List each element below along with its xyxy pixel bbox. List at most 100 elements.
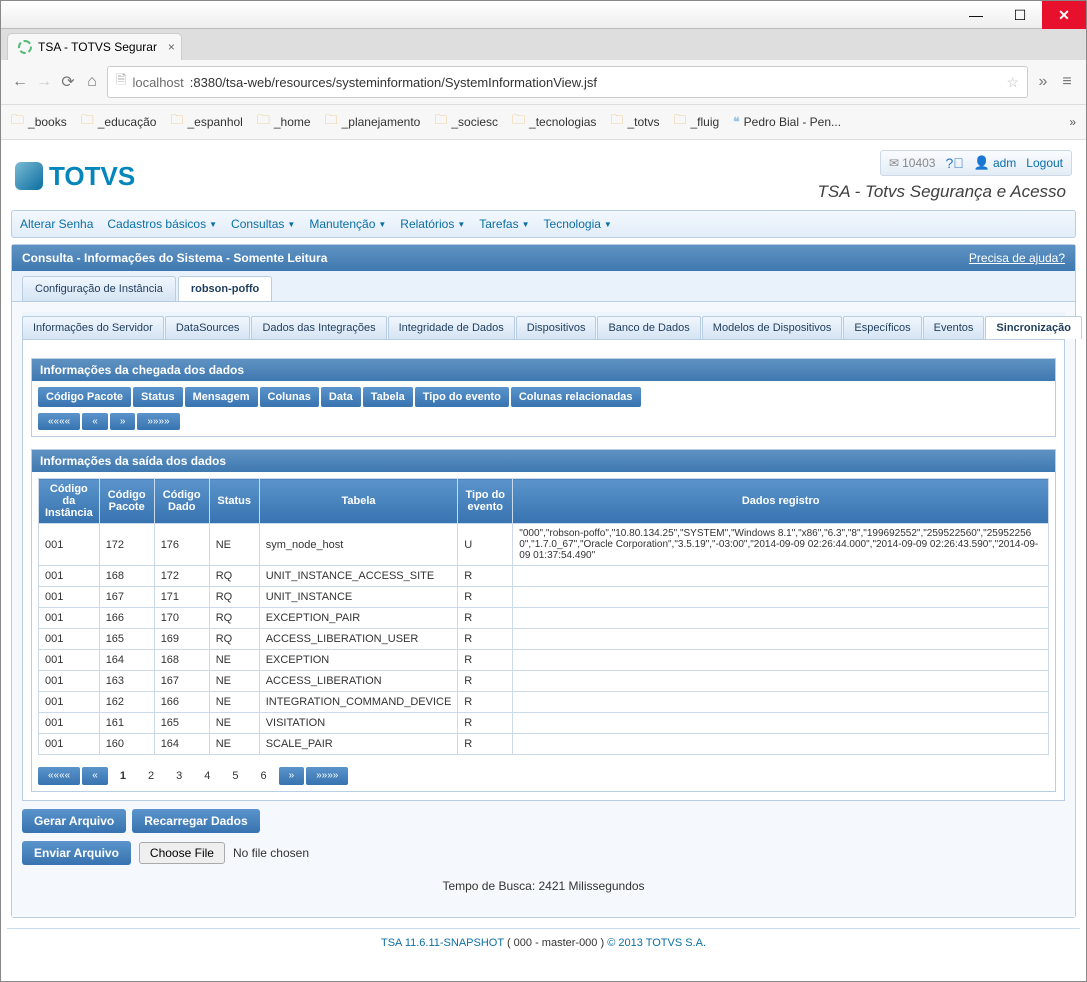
- column-header[interactable]: Tabela: [259, 479, 458, 524]
- pager-page[interactable]: 2: [138, 767, 164, 785]
- home-button[interactable]: ⌂: [83, 73, 101, 91]
- table-row[interactable]: 001165169RQACCESS_LIBERATION_USERR: [39, 629, 1049, 650]
- pager-page[interactable]: 4: [194, 767, 220, 785]
- column-header[interactable]: Tipo do evento: [415, 387, 509, 407]
- subtab[interactable]: Dados das Integrações: [251, 316, 386, 339]
- subtab[interactable]: Específicos: [843, 316, 921, 339]
- subtab[interactable]: Dispositivos: [516, 316, 597, 339]
- table-cell: 165: [99, 629, 154, 650]
- column-header[interactable]: Colunas: [260, 387, 319, 407]
- table-row[interactable]: 001163167NEACCESS_LIBERATIONR: [39, 671, 1049, 692]
- subtab[interactable]: Integridade de Dados: [388, 316, 515, 339]
- browser-tab[interactable]: TSA - TOTVS Segurar ×: [7, 33, 182, 60]
- menu-item[interactable]: Alterar Senha: [20, 217, 93, 231]
- tab[interactable]: Configuração de Instância: [22, 276, 176, 301]
- bookmark-folder[interactable]: 🗀_espanhol: [170, 111, 242, 133]
- help-link[interactable]: Precisa de ajuda?: [969, 251, 1065, 265]
- pager-last[interactable]: »»»»: [137, 413, 179, 430]
- bookmark-folder[interactable]: 🗀_home: [257, 111, 311, 133]
- menu-item[interactable]: Tecnologia ▼: [544, 217, 612, 231]
- pager-last[interactable]: »»»»: [306, 767, 348, 785]
- bookmark-folder[interactable]: 🗀_sociesc: [434, 111, 498, 133]
- menu-item[interactable]: Manutenção ▼: [309, 217, 386, 231]
- pager-page[interactable]: 5: [222, 767, 248, 785]
- column-header[interactable]: Data: [321, 387, 361, 407]
- tab[interactable]: robson-poffo: [178, 276, 272, 301]
- pager-first[interactable]: ««««: [38, 413, 80, 430]
- address-bar[interactable]: 🗎 localhost:8380/tsa-web/resources/syste…: [107, 66, 1028, 98]
- pager-page[interactable]: 6: [250, 767, 276, 785]
- menu-label: Alterar Senha: [20, 217, 93, 231]
- file-chosen-label: No file chosen: [233, 846, 309, 860]
- maximize-button[interactable]: ☐: [998, 1, 1042, 29]
- logout-link[interactable]: Logout: [1026, 156, 1063, 170]
- pager-page[interactable]: 1: [110, 767, 136, 785]
- column-header[interactable]: Tipo do evento: [458, 479, 513, 524]
- bookmark-star-icon[interactable]: ☆: [1006, 74, 1019, 91]
- pager-prev[interactable]: «: [82, 413, 108, 430]
- menu-item[interactable]: Consultas ▼: [231, 217, 295, 231]
- bookmark-folder[interactable]: 🗀_tecnologias: [512, 111, 596, 133]
- subtab[interactable]: Informações do Servidor: [22, 316, 164, 339]
- table-row[interactable]: 001167171RQUNIT_INSTANCER: [39, 587, 1049, 608]
- pager-next[interactable]: »: [279, 767, 305, 785]
- menu-item[interactable]: Cadastros básicos ▼: [107, 217, 217, 231]
- menu-bar: Alterar Senha Cadastros básicos ▼ Consulta…: [11, 210, 1076, 238]
- bookmark-folder[interactable]: 🗀_books: [11, 111, 67, 133]
- subtab[interactable]: Banco de Dados: [597, 316, 700, 339]
- menu-button[interactable]: ≡: [1058, 73, 1076, 91]
- reload-data-button[interactable]: Recarregar Dados: [132, 809, 259, 833]
- column-header[interactable]: Código Pacote: [38, 387, 131, 407]
- overflow-button[interactable]: »: [1034, 73, 1052, 91]
- pager-prev[interactable]: «: [82, 767, 108, 785]
- table-row[interactable]: 001162166NEINTEGRATION_COMMAND_DEVICER: [39, 692, 1049, 713]
- mail-indicator[interactable]: ✉ 10403: [889, 156, 935, 170]
- help-icon[interactable]: ?⃝: [945, 155, 963, 171]
- column-header[interactable]: Tabela: [363, 387, 413, 407]
- bookmark-folder[interactable]: 🗀_planejamento: [325, 111, 421, 133]
- table-cell: 172: [99, 524, 154, 566]
- pager-next[interactable]: »: [110, 413, 136, 430]
- table-row[interactable]: 001166170RQEXCEPTION_PAIRR: [39, 608, 1049, 629]
- back-button[interactable]: ←: [11, 73, 29, 91]
- bookmarks-overflow[interactable]: »: [1069, 115, 1076, 129]
- bookmark-folder[interactable]: 🗀_educação: [81, 111, 157, 133]
- subtab[interactable]: Eventos: [923, 316, 985, 339]
- table-row[interactable]: 001164168NEEXCEPTIONR: [39, 650, 1049, 671]
- close-tab-icon[interactable]: ×: [168, 40, 175, 54]
- choose-file-button[interactable]: Choose File: [139, 842, 225, 864]
- bookmark-folder[interactable]: 🗀_fluig: [673, 111, 719, 133]
- menu-item[interactable]: Tarefas ▼: [479, 217, 529, 231]
- send-file-button[interactable]: Enviar Arquivo: [22, 841, 131, 865]
- table-row[interactable]: 001161165NEVISITATIONR: [39, 713, 1049, 734]
- pager-page[interactable]: 3: [166, 767, 192, 785]
- caret-down-icon: ▼: [287, 220, 295, 229]
- pager-first[interactable]: ««««: [38, 767, 80, 785]
- menu-item[interactable]: Relatórios ▼: [400, 217, 465, 231]
- table-cell: NE: [209, 671, 259, 692]
- subtab[interactable]: DataSources: [165, 316, 251, 339]
- forward-button[interactable]: →: [35, 73, 53, 91]
- column-header[interactable]: Status: [209, 479, 259, 524]
- subtab[interactable]: Sincronização: [985, 316, 1082, 339]
- bookmark-folder[interactable]: 🗀_totvs: [610, 111, 659, 133]
- close-button[interactable]: ✕: [1042, 1, 1086, 29]
- table-row[interactable]: 001168172RQUNIT_INSTANCE_ACCESS_SITER: [39, 566, 1049, 587]
- column-header[interactable]: Código da Instância: [39, 479, 100, 524]
- folder-icon: 🗀: [81, 111, 94, 133]
- column-header[interactable]: Mensagem: [185, 387, 258, 407]
- column-header[interactable]: Código Dado: [154, 479, 209, 524]
- minimize-button[interactable]: —: [954, 1, 998, 29]
- column-header[interactable]: Colunas relacionadas: [511, 387, 641, 407]
- table-row[interactable]: 001160164NESCALE_PAIRR: [39, 734, 1049, 755]
- subtab[interactable]: Modelos de Dispositivos: [702, 316, 843, 339]
- column-header[interactable]: Código Pacote: [99, 479, 154, 524]
- column-header[interactable]: Status: [133, 387, 183, 407]
- table-cell: 001: [39, 734, 100, 755]
- user-link[interactable]: 👤 adm: [974, 155, 1017, 171]
- bookmark-link[interactable]: ❝ Pedro Bial - Pen...: [733, 115, 841, 129]
- column-header[interactable]: Dados registro: [513, 479, 1049, 524]
- generate-file-button[interactable]: Gerar Arquivo: [22, 809, 126, 833]
- table-row[interactable]: 001172176NEsym_node_hostU"000","robson-p…: [39, 524, 1049, 566]
- reload-button[interactable]: ⟳: [59, 73, 77, 91]
